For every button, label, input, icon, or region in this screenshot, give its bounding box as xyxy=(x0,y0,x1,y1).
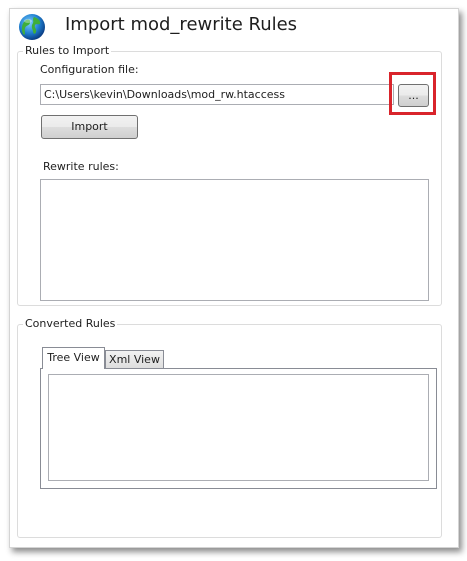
tab-xml-view[interactable]: Xml View xyxy=(105,350,164,369)
config-file-label: Configuration file: xyxy=(40,63,139,76)
config-file-input[interactable]: C:\Users\kevin\Downloads\mod_rw.htaccess xyxy=(40,84,394,105)
tree-view-content[interactable] xyxy=(48,374,429,481)
tree-view-panel xyxy=(40,368,437,489)
rules-to-import-legend: Rules to Import xyxy=(23,44,112,57)
globe-icon xyxy=(19,14,45,40)
import-button[interactable]: Import xyxy=(41,115,138,139)
browse-button-highlight xyxy=(389,72,436,115)
tab-tree-view[interactable]: Tree View xyxy=(42,347,105,369)
rewrite-rules-label: Rewrite rules: xyxy=(43,160,119,173)
page-title: Import mod_rewrite Rules xyxy=(65,14,298,35)
rewrite-rules-textarea[interactable] xyxy=(40,179,429,301)
converted-rules-legend: Converted Rules xyxy=(23,317,118,330)
